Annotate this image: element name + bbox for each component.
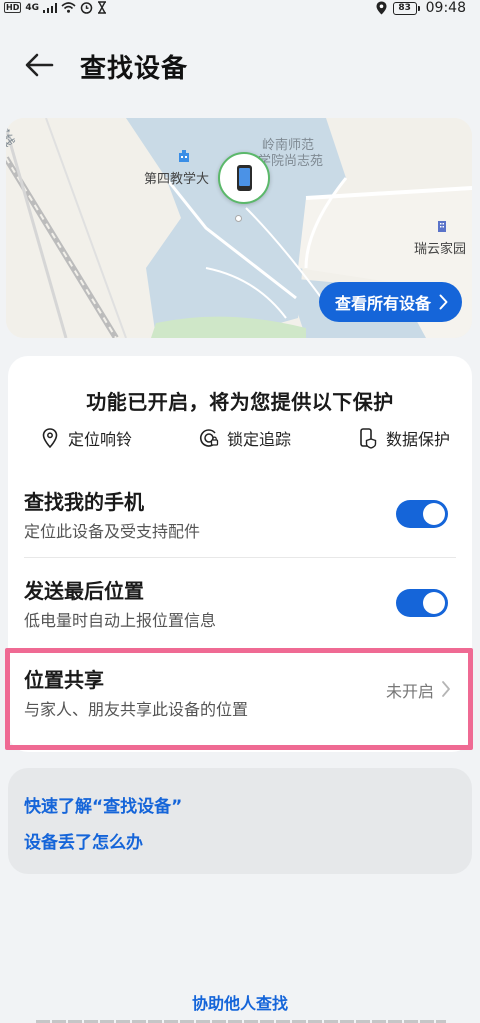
view-all-devices-label: 查看所有设备 xyxy=(334,294,431,313)
device-location-dot xyxy=(235,215,242,222)
alarm-icon xyxy=(80,2,93,14)
location-pin-icon xyxy=(42,428,58,449)
device-location-pin[interactable] xyxy=(218,152,270,204)
toggle-knob xyxy=(423,592,445,614)
lost-device-link[interactable]: 设备丢了怎么办 xyxy=(24,828,143,853)
find-my-phone-subtitle: 定位此设备及受支持配件 xyxy=(24,522,201,541)
feature-data-protection: 数据保护 xyxy=(358,426,450,450)
status-bar: HD 4G 83 09:48 xyxy=(0,0,480,18)
divider xyxy=(24,557,456,558)
signal-icon xyxy=(43,2,57,13)
send-last-location-title: 发送最后位置 xyxy=(24,579,144,603)
lock-tracking-icon xyxy=(199,429,219,447)
feature-locate-ring-label: 定位响铃 xyxy=(68,430,133,449)
map-label-ruiyun: 瑞云家园 xyxy=(414,242,467,257)
arrow-left-icon xyxy=(25,53,54,77)
location-sharing-row[interactable]: 位置共享 与家人、朋友共享此设备的位置 未开启 xyxy=(24,648,456,736)
protection-heading: 功能已开启，将为您提供以下保护 xyxy=(86,390,394,414)
phone-shield-icon xyxy=(360,428,377,449)
chevron-right-icon xyxy=(442,681,450,697)
battery-icon: 83 xyxy=(392,1,420,15)
protection-card: 功能已开启，将为您提供以下保护 定位响铃 锁定追踪 数据保护 查找我的手机 定位… xyxy=(8,356,472,752)
find-my-phone-row[interactable]: 查找我的手机 定位此设备及受支持配件 xyxy=(24,470,456,558)
wifi-icon xyxy=(61,2,76,13)
protection-features: 定位响铃 锁定追踪 数据保护 xyxy=(40,426,450,450)
find-my-phone-toggle[interactable] xyxy=(396,500,448,528)
hd-badge: HD xyxy=(4,2,22,13)
chevron-right-icon xyxy=(439,294,448,310)
feature-data-protection-label: 数据保护 xyxy=(385,430,450,449)
location-sharing-subtitle: 与家人、朋友共享此设备的位置 xyxy=(24,700,249,719)
status-time: 09:48 xyxy=(425,0,466,16)
hourglass-icon xyxy=(98,1,106,14)
header: 查找设备 xyxy=(0,38,480,94)
map-label-building4: 第四教学大 xyxy=(144,172,210,187)
view-all-devices-button[interactable]: 查看所有设备 xyxy=(318,282,462,322)
feature-lock-tracking: 锁定追踪 xyxy=(199,426,291,450)
school-icon xyxy=(179,150,189,162)
feature-lock-tracking-label: 锁定追踪 xyxy=(226,430,291,449)
learn-find-device-link[interactable]: 快速了解“查找设备” xyxy=(24,792,182,817)
toggle-knob xyxy=(423,503,445,525)
building-icon xyxy=(438,221,446,232)
send-last-location-row[interactable]: 发送最后位置 低电量时自动上报位置信息 xyxy=(24,559,456,647)
find-my-phone-title: 查找我的手机 xyxy=(24,490,144,514)
location-status-icon xyxy=(376,1,387,15)
back-button[interactable] xyxy=(22,50,58,80)
send-last-location-subtitle: 低电量时自动上报位置信息 xyxy=(24,611,217,630)
send-last-location-toggle[interactable] xyxy=(396,589,448,617)
status-left: HD 4G xyxy=(4,1,107,14)
help-links-card: 快速了解“查找设备” 设备丢了怎么办 xyxy=(8,768,472,874)
network-type: 4G xyxy=(25,2,39,13)
battery-level: 83 xyxy=(392,1,417,15)
footer-cut-text xyxy=(36,1015,446,1023)
help-others-find-link[interactable]: 协助他人查找 xyxy=(0,990,480,1014)
status-right: 83 09:48 xyxy=(376,0,466,16)
feature-locate-ring: 定位响铃 xyxy=(40,426,132,450)
map-label-college: 学院尚志苑 xyxy=(258,154,324,169)
page-title: 查找设备 xyxy=(80,54,189,84)
device-map[interactable]: 湛线 岭南师范 学院尚志苑 第四教学大 瑞云家园 查看所有设备 xyxy=(6,118,472,338)
phone-icon xyxy=(237,165,252,191)
location-sharing-title: 位置共享 xyxy=(24,668,104,692)
location-sharing-status: 未开启 xyxy=(385,682,434,701)
